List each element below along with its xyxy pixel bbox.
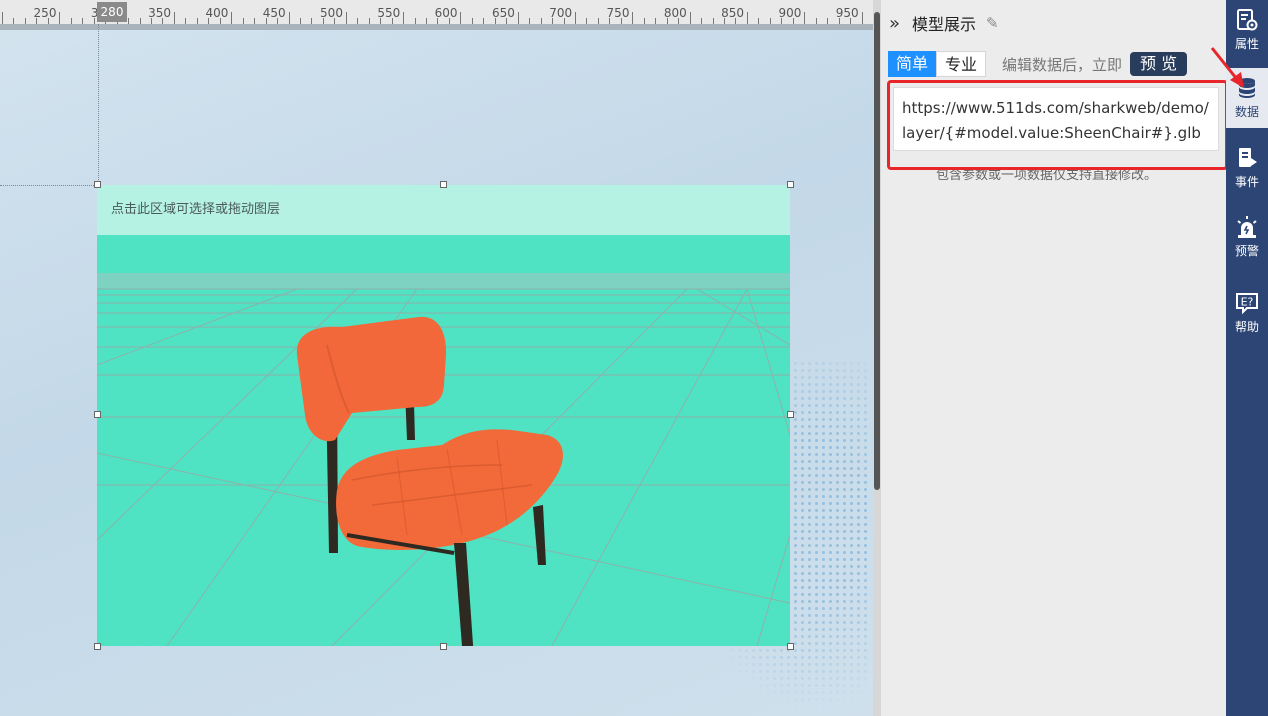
panel-title: 模型展示 — [912, 15, 977, 34]
ruler-tick — [517, 12, 519, 24]
data-panel: » 模型展示 ✎ 简单 专业 编辑数据后，立即 预 览 包含参数或一项数据仅支持… — [881, 0, 1228, 716]
ruler-tick — [632, 12, 634, 24]
resize-handle-bottom-right[interactable] — [787, 643, 794, 650]
nav-item-alerts[interactable]: 预警 — [1226, 207, 1268, 267]
3d-model-viewport[interactable] — [97, 235, 790, 646]
canvas-scrollbar[interactable] — [873, 0, 881, 716]
resize-handle-right[interactable] — [787, 411, 794, 418]
ruler-tick — [746, 12, 748, 24]
nav-label: 帮助 — [1234, 320, 1259, 334]
horizontal-ruler: 2503003504004505005506006507007508008509… — [0, 0, 873, 25]
ruler-divider — [0, 24, 873, 30]
alarm-icon — [1237, 216, 1257, 238]
annotation-highlight-box — [887, 80, 1228, 170]
horizontal-guide-line — [0, 185, 98, 186]
vertical-guide-line — [98, 24, 99, 186]
double-chevron-right-icon[interactable]: » — [889, 13, 900, 34]
nav-item-events[interactable]: 事件 — [1226, 138, 1268, 198]
event-icon — [1239, 148, 1257, 167]
preview-button[interactable]: 预 览 — [1130, 52, 1188, 76]
nav-label: 事件 — [1234, 175, 1259, 189]
svg-text:E?: E? — [1241, 296, 1254, 309]
ruler-tick — [403, 12, 405, 24]
tab-simple[interactable]: 简单 — [888, 51, 937, 77]
tab-professional[interactable]: 专业 — [936, 51, 987, 77]
right-navigation: 属性 数据 事件 预警 E? 帮助 — [1226, 0, 1268, 716]
layer-drag-hint[interactable]: 点击此区域可选择或拖动图层 — [97, 185, 790, 235]
nav-label: 数据 — [1234, 105, 1259, 119]
ruler-tick — [861, 12, 863, 24]
resize-handle-bottom-left[interactable] — [94, 643, 101, 650]
ruler-tick — [460, 12, 462, 24]
horizon-haze — [97, 273, 790, 289]
ruler-tick — [804, 12, 806, 24]
ruler-tick — [2, 12, 3, 24]
mode-description: 编辑数据后，立即 — [1002, 56, 1123, 74]
nav-item-help[interactable]: E? 帮助 — [1226, 283, 1268, 343]
mode-tabs: 简单 专业 — [888, 51, 987, 77]
panel-header: » 模型展示 ✎ — [889, 10, 999, 36]
resize-handle-top-left[interactable] — [94, 181, 101, 188]
ruler-tick — [173, 12, 175, 24]
ruler-tick — [231, 12, 233, 24]
ruler-tick — [689, 12, 691, 24]
nav-label: 预警 — [1234, 244, 1259, 258]
resize-handle-top[interactable] — [440, 181, 447, 188]
help-icon: E? — [1236, 293, 1258, 315]
annotation-arrow — [1210, 47, 1244, 88]
model-layer[interactable]: 点击此区域可选择或拖动图层 — [97, 185, 790, 646]
design-canvas[interactable]: 2503003504004505005506006507007508008509… — [0, 0, 873, 716]
ruler-tick — [345, 12, 347, 24]
resize-handle-left[interactable] — [94, 411, 101, 418]
scrollbar-thumb[interactable] — [874, 12, 880, 490]
properties-gear-icon — [1237, 9, 1258, 31]
ruler-tick — [575, 12, 576, 24]
resize-handle-bottom[interactable] — [440, 643, 447, 650]
resize-handle-top-right[interactable] — [787, 181, 794, 188]
ruler-position-marker: 280 — [97, 2, 127, 22]
ruler-tick — [59, 12, 61, 24]
ruler-tick — [288, 12, 290, 24]
pencil-icon[interactable]: ✎ — [986, 14, 999, 32]
